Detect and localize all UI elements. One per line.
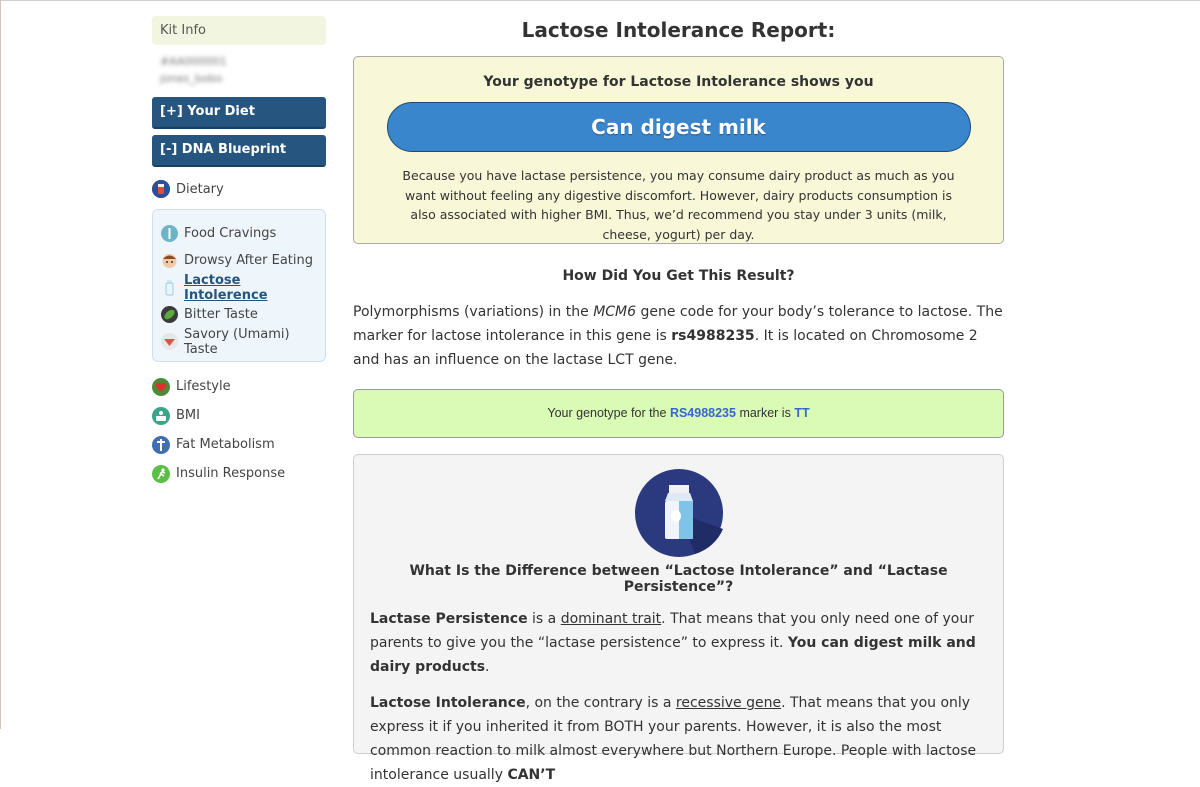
savory-icon <box>161 333 178 350</box>
runner-icon <box>152 464 170 483</box>
sidebar-item-label: Lactose Intolerence <box>184 272 268 303</box>
bmi-icon <box>152 406 170 425</box>
report-main: Lactose Intolerance Report: Your genotyp… <box>353 0 1004 783</box>
sidebar-item-label: Dietary <box>176 181 224 197</box>
persistence-paragraph: Lactase Persistence is a dominant trait.… <box>370 607 987 679</box>
sidebar-item-label: Bitter Taste <box>184 307 258 322</box>
genotype-marker: RS4988235 <box>669 406 736 420</box>
sidebar-item-fat-metabolism[interactable]: Fat Metabolism <box>152 430 326 459</box>
result-box: Your genotype for Lactose Intolerance sh… <box>353 56 1004 244</box>
category-list: Lifestyle BMI Fat Metabolism Insulin Res… <box>152 372 326 488</box>
intolerance-cant: CAN’T <box>507 767 556 783</box>
difference-box: What Is the Difference between “Lactose … <box>353 454 1004 783</box>
fat-metabolism-icon <box>152 435 170 454</box>
sidebar-item-food-cravings[interactable]: Food Cravings <box>161 220 317 247</box>
genotype-box: Your genotype for the RS4988235 marker i… <box>353 389 1004 438</box>
marker-id: rs4988235 <box>671 328 755 344</box>
gene-name: MCM6 <box>593 304 637 320</box>
how-heading: How Did You Get This Result? <box>562 268 795 284</box>
polymorphism-text: Polymorphisms (variations) in the MCM6 g… <box>353 300 1004 372</box>
sidebar-item-lifestyle[interactable]: Lifestyle <box>152 372 326 401</box>
sidebar-item-lactose[interactable]: Lactose Intolerence <box>161 272 317 303</box>
dietary-icon <box>152 180 170 198</box>
sidebar: Kit Info #AA000001 jones_bobo [+] Your D… <box>152 16 326 488</box>
your-diet-button[interactable]: [+] Your Diet <box>152 97 326 129</box>
dietary-subpanel: Food Cravings Drowsy After Eating Lactos… <box>152 209 326 362</box>
dominant-trait-link[interactable]: dominant trait <box>561 611 661 627</box>
intolerance-term: Lactose Intolerance <box>370 695 526 711</box>
heart-icon <box>152 377 170 396</box>
sidebar-item-bitter[interactable]: Bitter Taste <box>161 301 317 328</box>
result-description: Because you have lactase persistence, yo… <box>402 168 955 242</box>
kit-user: jones_bobo <box>160 72 223 85</box>
result-heading: Your genotype for Lactose Intolerance sh… <box>483 74 874 90</box>
sidebar-item-label: Drowsy After Eating <box>184 253 313 268</box>
sidebar-item-drowsy[interactable]: Drowsy After Eating <box>161 247 317 274</box>
page-title: Lactose Intolerance Report: <box>521 18 836 42</box>
sidebar-item-label: Fat Metabolism <box>176 437 275 452</box>
result-pill: Can digest milk <box>386 102 971 152</box>
sidebar-item-label: Food Cravings <box>184 226 277 241</box>
genotype-middle: marker is <box>735 406 795 420</box>
sidebar-item-label: Lifestyle <box>176 379 231 394</box>
dna-blueprint-button[interactable]: [-] DNA Blueprint <box>152 135 326 167</box>
poly-text-a: Polymorphisms (variations) in the <box>353 304 594 320</box>
kit-info-header: Kit Info <box>152 16 326 45</box>
food-cravings-icon <box>161 225 178 242</box>
milk-bottle-icon <box>161 279 178 296</box>
intolerance-text-a: , on the contrary is a <box>525 695 676 711</box>
sidebar-item-label: Insulin Response <box>176 466 286 481</box>
sidebar-item-label: BMI <box>176 408 200 423</box>
genotype-prefix: Your genotype for the <box>547 406 670 420</box>
sidebar-item-label: Savory (Umami) Taste <box>184 326 290 357</box>
milk-carton-icon <box>634 469 723 557</box>
persistence-end: . <box>485 659 490 675</box>
recessive-gene-link[interactable]: recessive gene <box>676 695 781 711</box>
sidebar-item-savory[interactable]: Savory (Umami) Taste <box>161 326 317 357</box>
genotype-value: TT <box>794 406 810 420</box>
persistence-text-a: is a <box>527 611 561 627</box>
intolerance-paragraph: Lactose Intolerance, on the contrary is … <box>370 691 987 787</box>
sidebar-item-insulin[interactable]: Insulin Response <box>152 459 326 488</box>
bitter-leaf-icon <box>161 306 178 323</box>
persistence-term: Lactase Persistence <box>370 611 528 627</box>
sidebar-item-dietary[interactable]: Dietary <box>152 177 326 201</box>
drowsy-icon <box>161 252 178 269</box>
window-left-edge <box>0 0 1 729</box>
sidebar-item-bmi[interactable]: BMI <box>152 401 326 430</box>
difference-heading: What Is the Difference between “Lactose … <box>409 563 948 595</box>
kit-id: #AA000001 <box>160 55 227 68</box>
